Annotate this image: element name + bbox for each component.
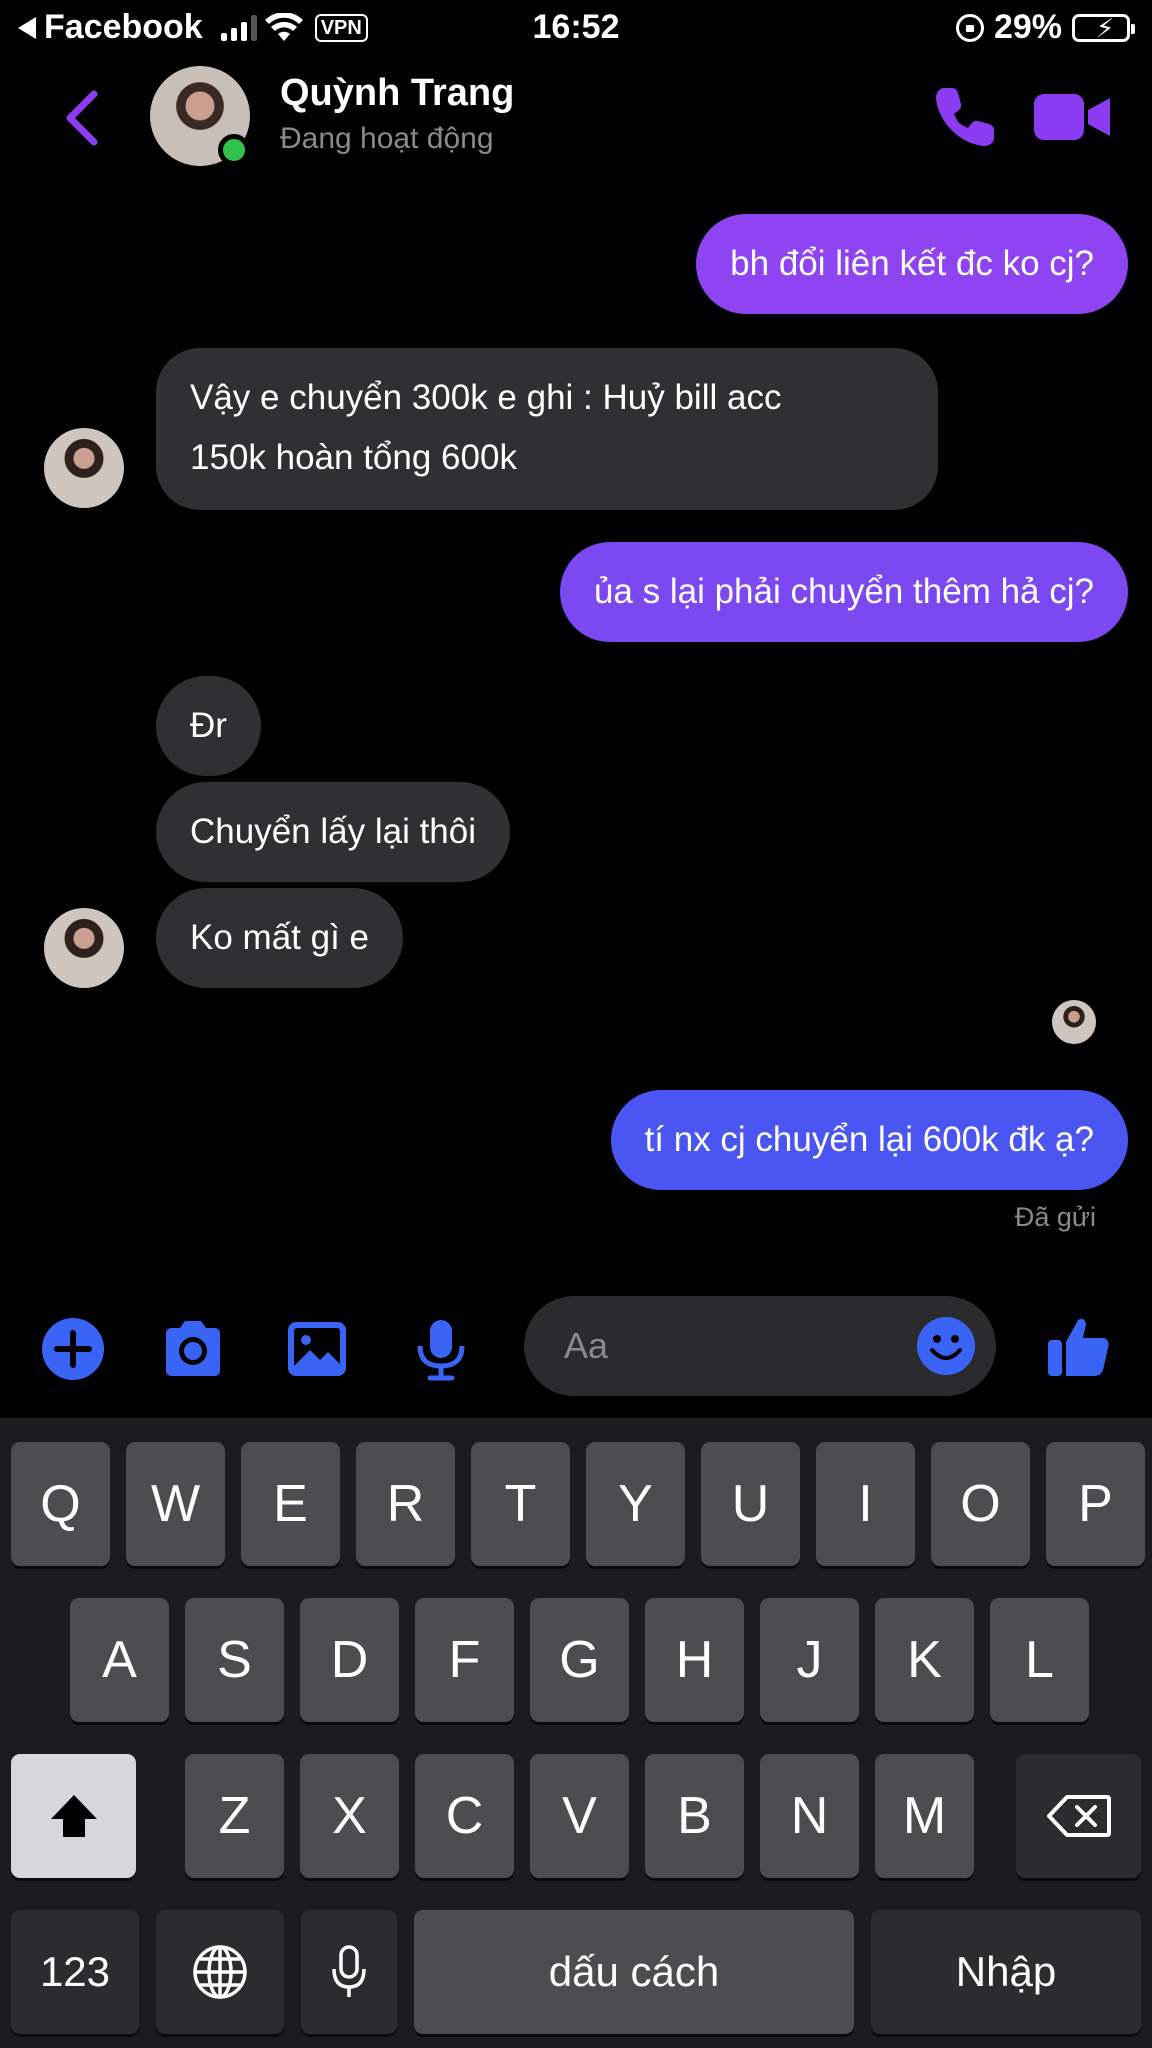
delivery-status: Đã gửi xyxy=(1014,1202,1096,1232)
key[interactable]: R xyxy=(356,1442,455,1566)
shift-arrow-icon xyxy=(50,1795,97,1837)
key[interactable]: K xyxy=(875,1598,974,1722)
microphone-icon[interactable] xyxy=(408,1316,474,1382)
message-composer xyxy=(0,1290,1152,1400)
dictation-key[interactable] xyxy=(301,1910,397,2034)
key[interactable]: X xyxy=(300,1754,399,1878)
key[interactable]: V xyxy=(530,1754,629,1878)
online-indicator xyxy=(218,134,250,166)
key[interactable]: C xyxy=(415,1754,514,1878)
key[interactable]: E xyxy=(241,1442,340,1566)
contact-name[interactable]: Quỳnh Trang xyxy=(280,72,514,115)
return-key[interactable]: Nhập xyxy=(871,1910,1141,2034)
plus-icon[interactable] xyxy=(40,1316,106,1382)
space-key[interactable]: dấu cách xyxy=(414,1910,854,2034)
key[interactable]: Q xyxy=(11,1442,110,1566)
key[interactable]: N xyxy=(760,1754,859,1878)
back-chevron-icon[interactable] xyxy=(60,88,104,148)
key[interactable]: W xyxy=(126,1442,225,1566)
contact-status: Đang hoạt động xyxy=(280,122,494,155)
key[interactable]: I xyxy=(816,1442,915,1566)
key[interactable]: T xyxy=(471,1442,570,1566)
key[interactable]: G xyxy=(530,1598,629,1722)
key[interactable]: L xyxy=(990,1598,1089,1722)
status-bar: Facebook VPN 16:52 29% ⚡ xyxy=(0,0,1152,58)
seen-receipt-avatar xyxy=(1052,1000,1096,1044)
camera-icon[interactable] xyxy=(160,1316,226,1382)
key[interactable]: Z xyxy=(185,1754,284,1878)
message-line: 150k hoàn tổng 600k xyxy=(190,438,517,477)
numbers-key[interactable]: 123 xyxy=(11,1910,139,2034)
sender-avatar[interactable] xyxy=(44,428,124,508)
globe-icon xyxy=(193,1945,247,1999)
key[interactable]: P xyxy=(1046,1442,1145,1566)
message-sent[interactable]: ủa s lại phải chuyển thêm hả cj? xyxy=(559,542,1128,642)
key[interactable]: O xyxy=(931,1442,1030,1566)
key[interactable]: U xyxy=(701,1442,800,1566)
message-sent[interactable]: bh đổi liên kết đc ko cj? xyxy=(696,214,1128,314)
message-received[interactable]: Ko mất gì e xyxy=(156,888,403,988)
globe-key[interactable] xyxy=(156,1910,284,2034)
message-sent[interactable]: tí nx cj chuyển lại 600k đk ạ? xyxy=(610,1090,1128,1190)
key[interactable]: D xyxy=(300,1598,399,1722)
phone-call-icon[interactable] xyxy=(930,82,1000,152)
image-icon[interactable] xyxy=(284,1316,350,1382)
dictation-microphone-icon xyxy=(332,1945,366,1997)
message-input-box[interactable] xyxy=(524,1296,996,1396)
battery-percent: 29% xyxy=(993,8,1062,46)
key[interactable]: F xyxy=(415,1598,514,1722)
message-received[interactable]: Đr xyxy=(156,676,261,776)
key[interactable]: Y xyxy=(586,1442,685,1566)
sender-avatar[interactable] xyxy=(44,908,124,988)
charging-bolt-icon: ⚡ xyxy=(1096,12,1115,43)
rotation-lock-icon xyxy=(955,13,984,42)
shift-key[interactable] xyxy=(11,1754,136,1878)
key[interactable]: H xyxy=(645,1598,744,1722)
message-line: Vậy e chuyển 300k e ghi : Huỷ bill acc xyxy=(190,378,782,417)
key[interactable]: A xyxy=(70,1598,169,1722)
message-received[interactable]: Vậy e chuyển 300k e ghi : Huỷ bill acc 1… xyxy=(156,348,938,510)
key[interactable]: M xyxy=(875,1754,974,1878)
key[interactable]: J xyxy=(760,1598,859,1722)
keyboard: Q W E R T Y U I O P A S D F G H J K L Z … xyxy=(0,1418,1152,2048)
like-icon[interactable] xyxy=(1046,1312,1112,1378)
key[interactable]: S xyxy=(185,1598,284,1722)
message-input[interactable] xyxy=(564,1320,904,1372)
video-call-icon[interactable] xyxy=(1034,90,1112,144)
message-received[interactable]: Chuyển lấy lại thôi xyxy=(156,782,510,882)
key[interactable]: B xyxy=(645,1754,744,1878)
backspace-key[interactable] xyxy=(1016,1754,1141,1878)
battery-icon: ⚡ xyxy=(1072,12,1135,43)
chat-header: Quỳnh Trang Đang hoạt động xyxy=(0,58,1152,238)
backspace-icon xyxy=(1046,1795,1111,1837)
emoji-icon[interactable] xyxy=(916,1316,976,1376)
